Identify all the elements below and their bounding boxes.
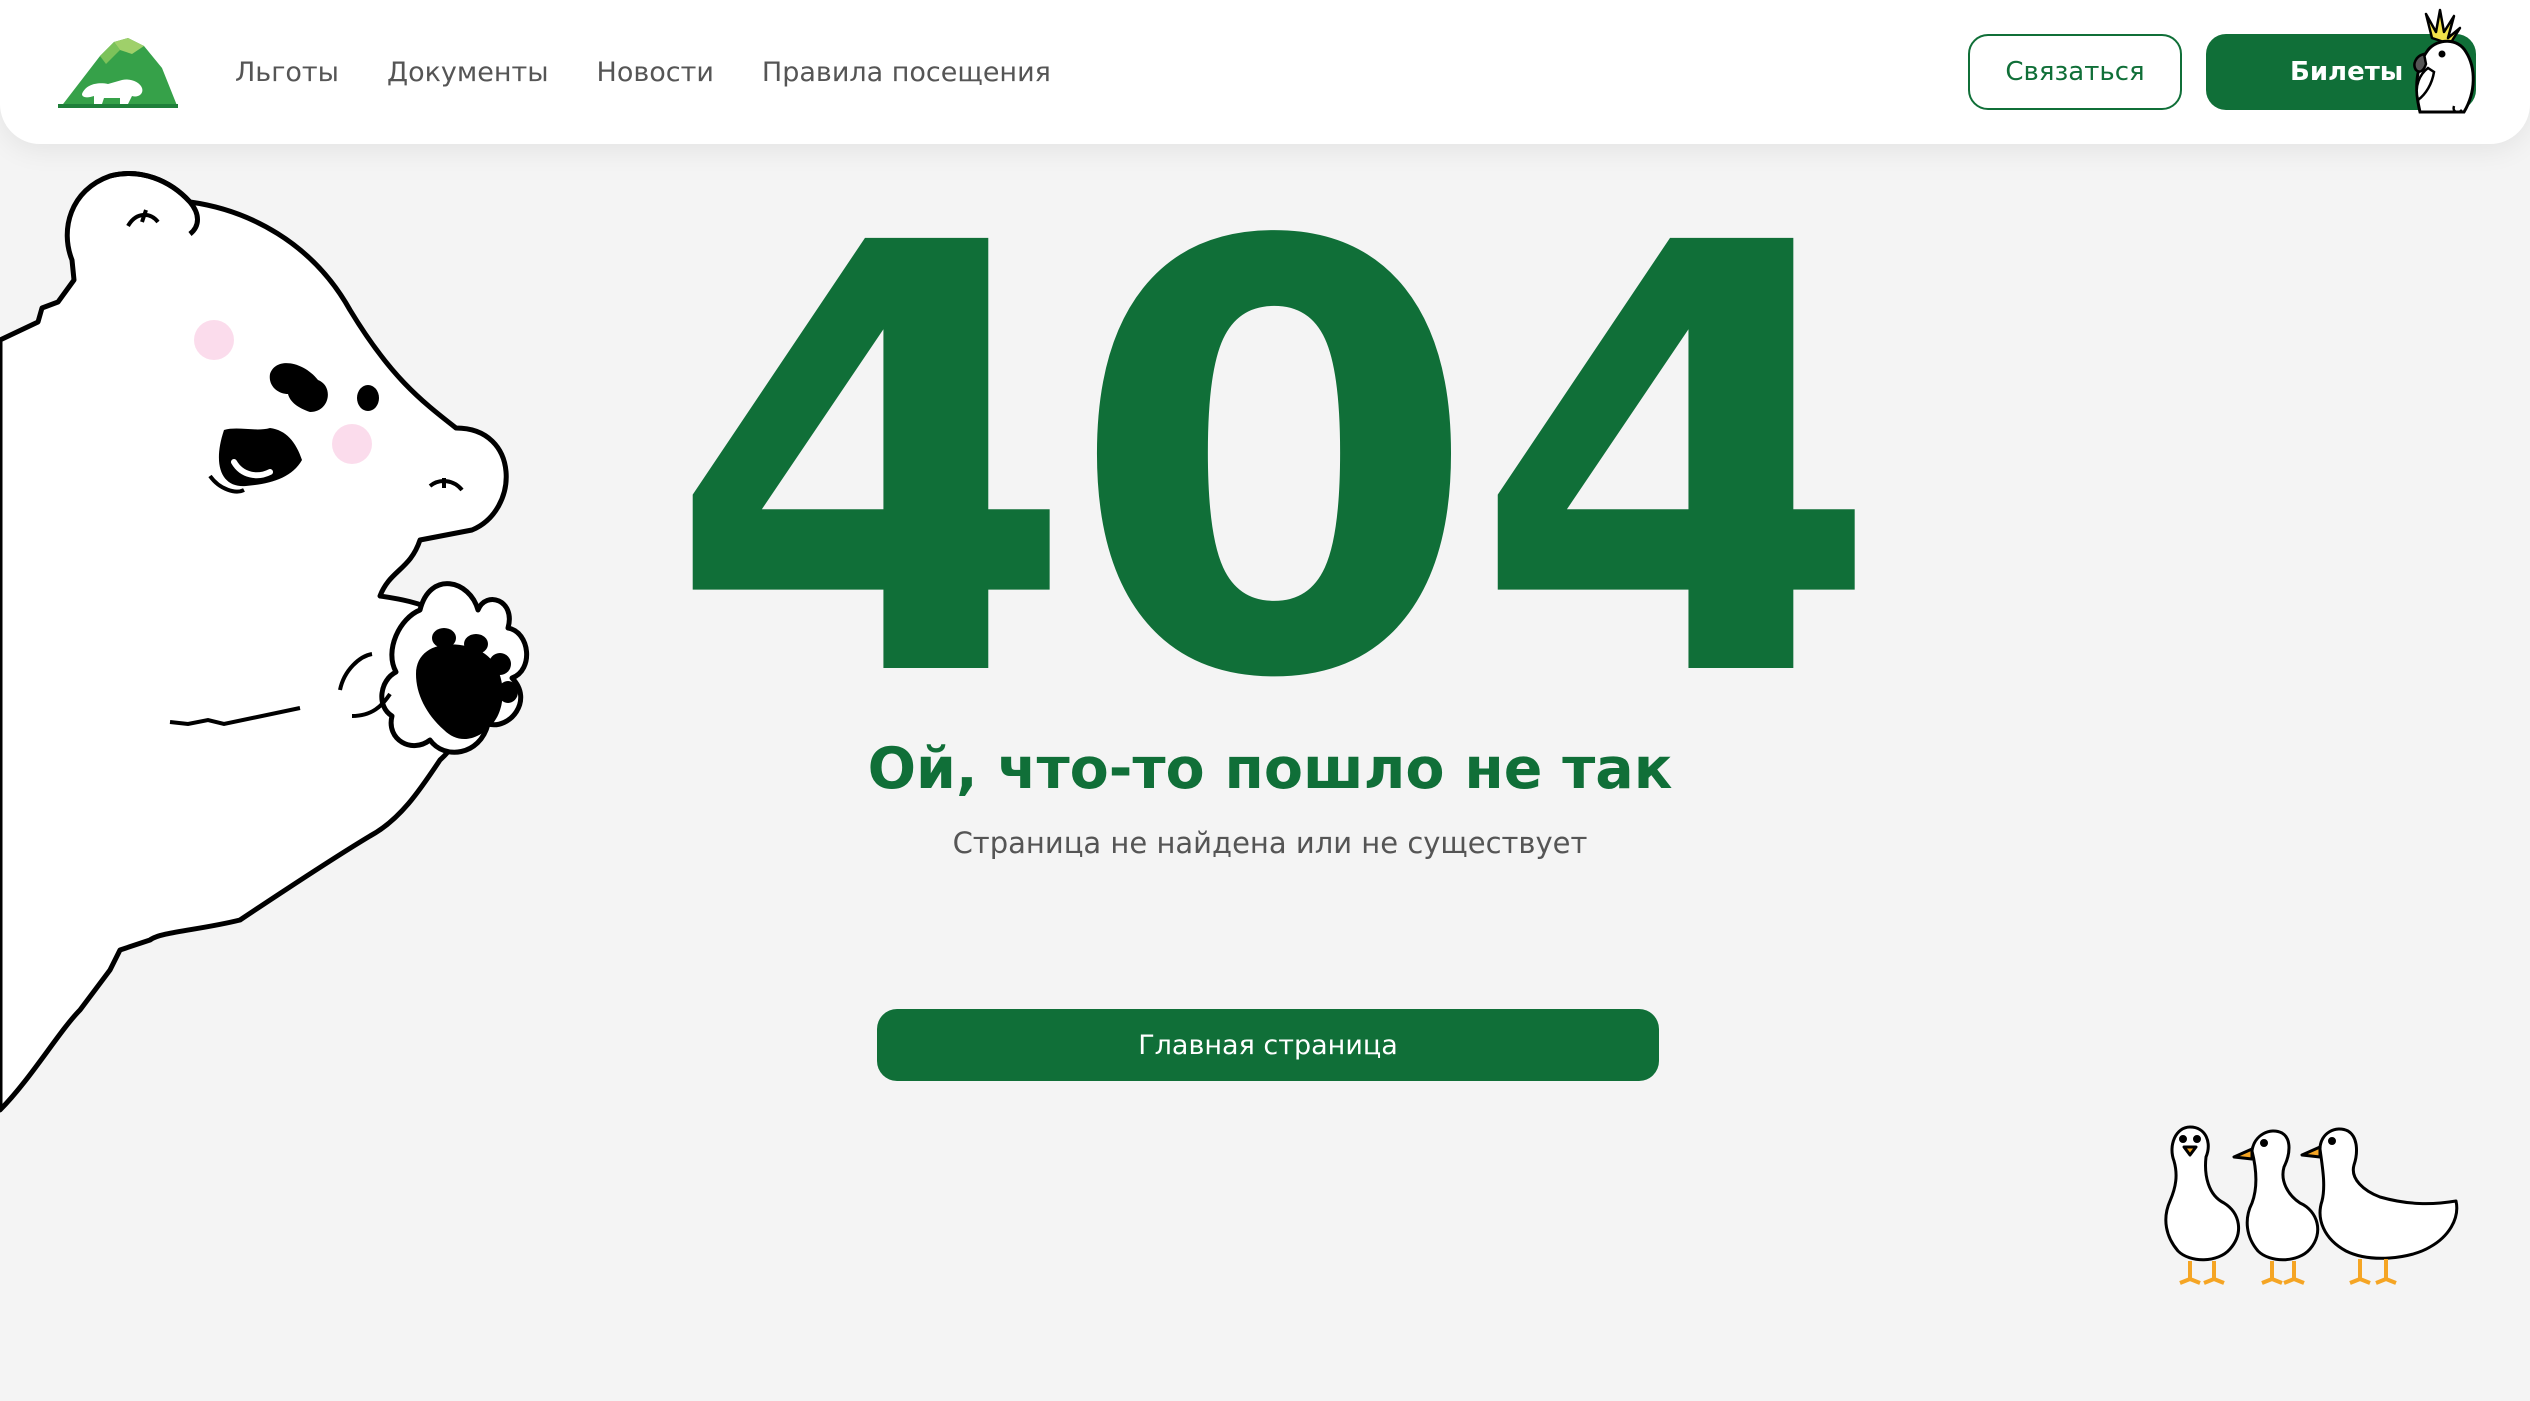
error-code: 404	[666, 121, 1882, 808]
site-header: Льготы Документы Новости Правила посещен…	[0, 0, 2530, 144]
nav-link-news[interactable]: Новости	[597, 57, 714, 88]
nav-link-benefits[interactable]: Льготы	[235, 57, 339, 88]
goose	[2164, 1125, 2240, 1285]
error-subtitle: Страница не найдена или не существует	[952, 826, 1588, 860]
geese-illustration	[2164, 1125, 2459, 1285]
error-title: Ой, что-то пошло не так	[867, 736, 1673, 802]
contact-button[interactable]: Связаться	[1968, 34, 2182, 110]
parrot-icon	[2413, 8, 2475, 114]
nav-link-documents[interactable]: Документы	[387, 57, 549, 88]
goose	[2300, 1127, 2459, 1285]
mountain-bear-logo-icon[interactable]	[58, 34, 178, 108]
home-page-button[interactable]: Главная страница	[877, 1009, 1659, 1081]
nav-link-visit-rules[interactable]: Правила посещения	[762, 57, 1051, 88]
main-nav: Льготы Документы Новости Правила посещен…	[235, 0, 1051, 144]
home-page-button-label: Главная страница	[1138, 1029, 1398, 1061]
polar-bear-illustration	[0, 171, 529, 1113]
